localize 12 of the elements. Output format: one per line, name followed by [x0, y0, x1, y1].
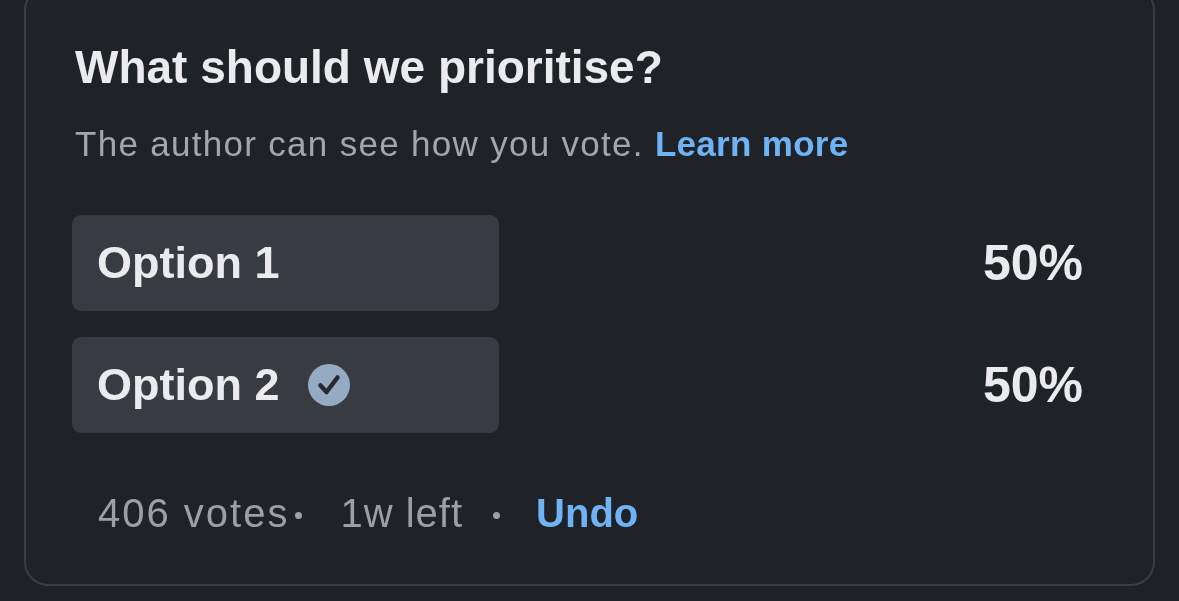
- separator-dot-icon: [493, 511, 501, 519]
- separator-dot-icon: [295, 511, 303, 519]
- time-left: 1w left: [340, 490, 464, 537]
- vote-count: 406 votes: [98, 490, 290, 537]
- poll-question: What should we prioritise?: [74, 40, 664, 95]
- undo-link[interactable]: Undo: [536, 488, 639, 538]
- percent-label: 50%: [982, 234, 1083, 293]
- percent-label: 50%: [982, 356, 1083, 415]
- learn-more-link[interactable]: Learn more: [654, 124, 849, 163]
- privacy-notice: The author can see how you vote. Learn more: [74, 123, 850, 165]
- option-label: Option 1: [97, 236, 280, 290]
- option-label: Option 2: [97, 358, 280, 412]
